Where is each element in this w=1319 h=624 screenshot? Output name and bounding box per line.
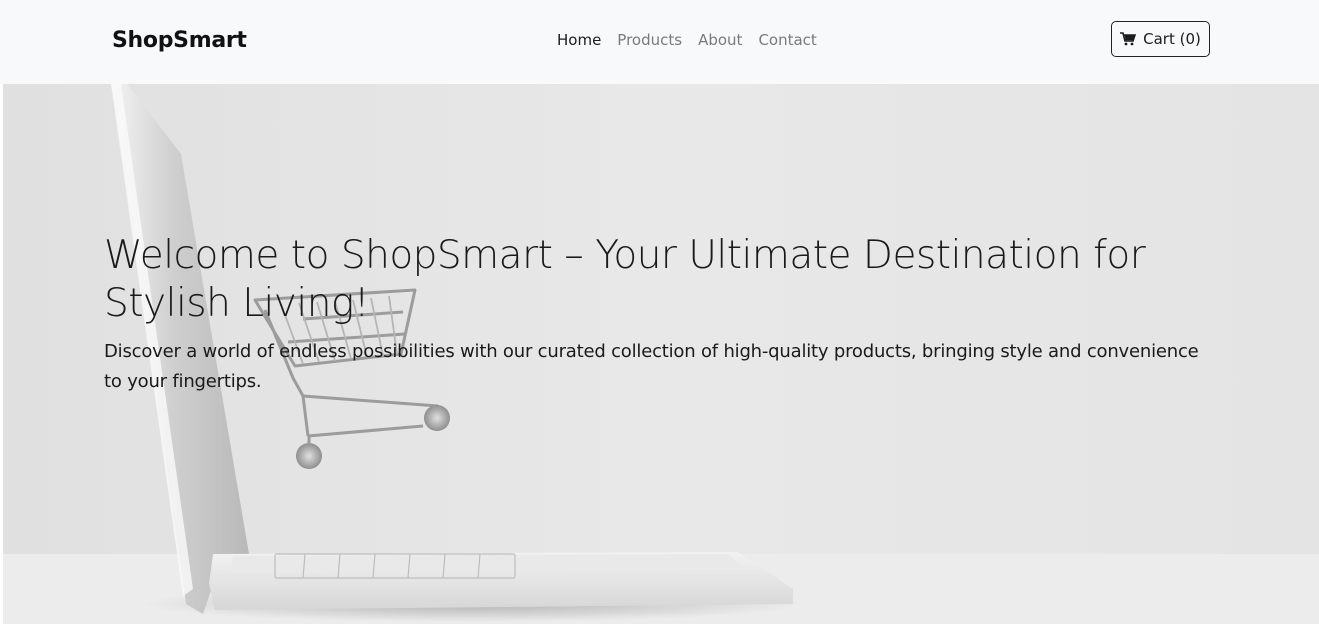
nav-link-about[interactable]: About [698,31,742,49]
nav-link-home[interactable]: Home [557,31,601,49]
nav-links: Home Products About Contact [557,31,833,49]
cart-button[interactable]: Cart (0) [1111,21,1210,57]
brand-logo[interactable]: ShopSmart [112,28,247,53]
hero-title: Welcome to ShopSmart – Your Ultimate Des… [104,233,1146,326]
navbar: ShopSmart Home Products About Contact Ca… [0,0,1319,84]
shopping-cart-icon [1120,32,1137,46]
cart-label: Cart (0) [1143,30,1201,48]
hero-section: Welcome to ShopSmart – Your Ultimate Des… [3,84,1319,624]
nav-link-contact[interactable]: Contact [758,31,816,49]
nav-link-products[interactable]: Products [617,31,682,49]
hero-subtitle: Discover a world of endless possibilitie… [104,341,1199,392]
